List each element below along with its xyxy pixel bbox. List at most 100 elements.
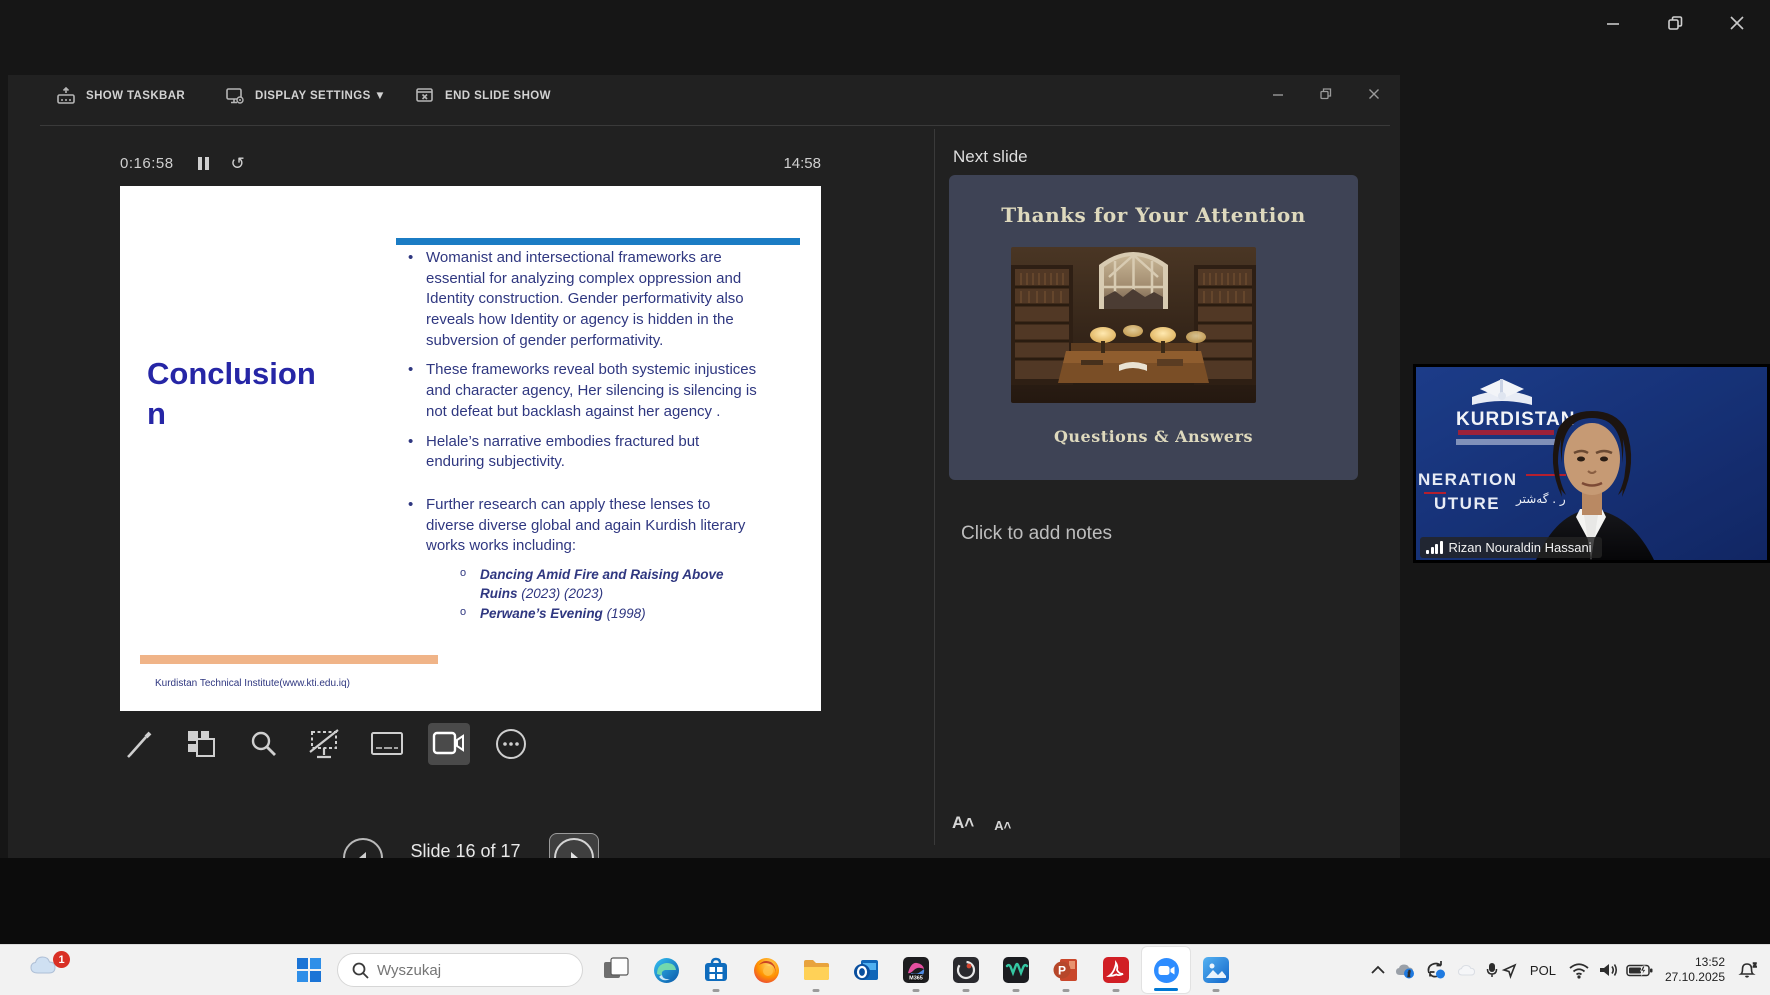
webcam-video: KURDISTAN NERATION UTURE ر . گەشتر (1416, 367, 1767, 560)
desktop-background-band (0, 858, 1770, 944)
mic-location-icons[interactable] (1486, 961, 1518, 979)
presenter-view-window: SHOW TASKBAR DISPLAY SETTINGS ▼ END SLID… (8, 75, 1400, 858)
presenter-close-icon[interactable] (1364, 85, 1384, 103)
bullet-3: Helale’s narrative embodies fractured bu… (404, 432, 760, 473)
clock-date[interactable]: 13:52 27.10.2025 (1661, 955, 1729, 985)
annotation-toolbar (118, 723, 532, 765)
slide-accent-bar-orange (140, 655, 438, 664)
participant-name-tag: Rizan Nouraldin Hassani (1420, 537, 1602, 558)
widgets-button[interactable]: 1 (28, 953, 72, 989)
start-button[interactable] (289, 950, 329, 990)
taskbar-app-edge[interactable] (641, 946, 691, 994)
tray-date: 27.10.2025 (1665, 970, 1725, 985)
windows-logo-icon (296, 957, 322, 983)
taskbar-app-powerpoint[interactable]: P (1041, 946, 1091, 994)
show-taskbar-icon (56, 87, 76, 105)
notes-placeholder: Click to add notes (961, 523, 1112, 544)
notification-bell-icon[interactable]: z (1736, 960, 1758, 980)
tray-chevron-icon[interactable] (1370, 965, 1386, 975)
volume-icon[interactable] (1597, 961, 1619, 979)
end-slide-show-label: END SLIDE SHOW (445, 90, 551, 102)
sync-icon[interactable] (1424, 960, 1448, 980)
battery-icon[interactable] (1626, 963, 1654, 978)
display-settings-button[interactable]: DISPLAY SETTINGS ▼ (225, 87, 386, 105)
restart-timer-icon[interactable]: ↺ (231, 157, 245, 170)
presenter-window-controls (1268, 85, 1384, 103)
presenter-toolbar: SHOW TASKBAR DISPLAY SETTINGS ▼ END SLID… (8, 75, 1400, 125)
svg-text:P: P (1058, 964, 1066, 978)
zoom-slide-icon[interactable] (242, 723, 284, 765)
language-indicator[interactable]: POL (1525, 963, 1561, 978)
notification-badge: 1 (53, 951, 70, 968)
captions-icon[interactable] (366, 723, 408, 765)
increase-font-button[interactable]: A˄ (952, 813, 974, 833)
taskbar-app-firefox[interactable] (741, 946, 791, 994)
taskbar: 1 (0, 944, 1770, 995)
more-options-icon[interactable] (490, 723, 532, 765)
taskbar-app-outlook[interactable] (841, 946, 891, 994)
m365-label: M365 (909, 976, 923, 982)
next-slide-subtitle: Questions & Answers (949, 427, 1358, 446)
notes-font-buttons: A˄ A˄ (952, 813, 1011, 833)
signal-bars-icon (1426, 541, 1443, 554)
taskbar-app-store[interactable] (691, 946, 741, 994)
work-item-1: Dancing Amid Fire and Raising Above Ruin… (460, 566, 760, 603)
all-slides-icon[interactable] (180, 723, 222, 765)
bullet-2: These frameworks reveal both systemic in… (404, 360, 760, 422)
slide-accent-bar-blue (396, 238, 800, 245)
minimize-icon[interactable] (1594, 8, 1632, 38)
svg-text:z: z (1753, 962, 1757, 969)
notes-area[interactable]: Click to add notes (961, 523, 1381, 803)
task-view-button[interactable] (591, 946, 641, 994)
taskbar-app-obs[interactable] (941, 946, 991, 994)
search-icon (352, 962, 369, 979)
taskbar-app-photos[interactable] (1191, 946, 1241, 994)
taskbar-app-webex[interactable] (991, 946, 1041, 994)
outer-window-controls (1594, 8, 1756, 38)
search-input[interactable] (377, 962, 547, 979)
presenter-restore-icon[interactable] (1316, 85, 1336, 103)
tray-time: 13:52 (1665, 955, 1725, 970)
end-slide-show-button[interactable]: END SLIDE SHOW (415, 87, 551, 105)
black-screen-icon[interactable] (304, 723, 346, 765)
webcam-overlay[interactable]: KURDISTAN NERATION UTURE ر . گەشتر (1413, 364, 1770, 563)
elapsed-time: 0:16:58 (120, 155, 174, 172)
restore-icon[interactable] (1656, 8, 1694, 38)
presenter-minimize-icon[interactable] (1268, 85, 1288, 103)
taskbar-app-explorer[interactable] (791, 946, 841, 994)
next-slide-label: Next slide (953, 147, 1028, 167)
display-settings-icon (225, 87, 245, 105)
next-slide-thumbnail[interactable]: Thanks for Your Attention (949, 175, 1358, 480)
bullet-4: Further research can apply these lenses … (404, 495, 760, 557)
end-slide-show-icon (415, 87, 435, 105)
pause-timer-icon[interactable] (198, 157, 209, 170)
wifi-icon[interactable] (1568, 962, 1590, 979)
column-divider (934, 129, 935, 845)
next-slide-title: Thanks for Your Attention (949, 203, 1358, 227)
current-slide[interactable]: Conclusion n Womanist and intersectional… (120, 186, 821, 711)
decrease-font-button[interactable]: A˄ (994, 818, 1011, 833)
library-image (1011, 247, 1256, 403)
participant-name: Rizan Nouraldin Hassani (1449, 540, 1592, 555)
work-item-2: Perwane’s Evening (1998) (460, 605, 760, 624)
slide-bullet-list: Womanist and intersectional frameworks a… (404, 248, 760, 626)
timer-row: 0:16:58 ↺ 14:58 (120, 155, 821, 172)
slide-footer-text: Kurdistan Technical Institute(www.kti.ed… (155, 678, 350, 689)
onedrive-cloud-icon[interactable] (1455, 962, 1479, 978)
camera-toggle-icon[interactable] (428, 723, 470, 765)
taskbar-app-m365-copilot[interactable]: M365 (891, 946, 941, 994)
taskbar-app-acrobat[interactable] (1091, 946, 1141, 994)
taskbar-app-zoom[interactable] (1141, 946, 1191, 994)
taskbar-center: M365 P (289, 945, 1241, 995)
taskbar-search[interactable] (337, 953, 583, 987)
pen-tool-icon[interactable] (118, 723, 160, 765)
show-taskbar-label: SHOW TASKBAR (86, 90, 185, 102)
close-icon[interactable] (1718, 8, 1756, 38)
current-clock-time: 14:58 (783, 155, 821, 172)
works-list: Dancing Amid Fire and Raising Above Ruin… (404, 566, 760, 624)
slide-title: Conclusion n (147, 354, 367, 434)
bullet-1: Womanist and intersectional frameworks a… (404, 248, 760, 351)
onedrive-info-icon[interactable]: i (1393, 961, 1417, 979)
display-settings-label: DISPLAY SETTINGS ▼ (255, 90, 386, 102)
show-taskbar-button[interactable]: SHOW TASKBAR (56, 87, 185, 105)
